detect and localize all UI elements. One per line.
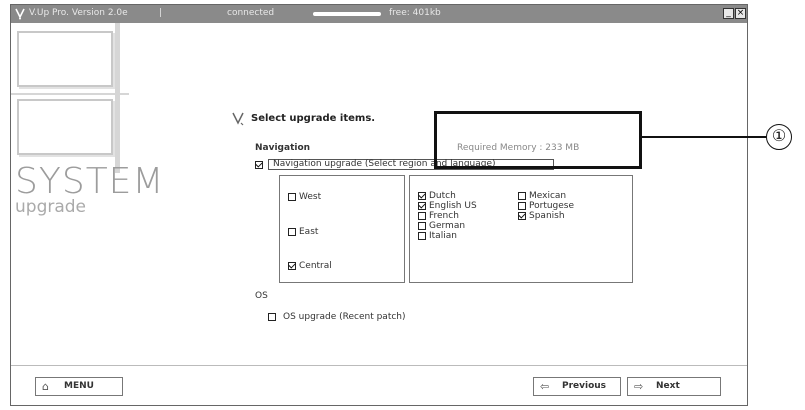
language-mexican-checkbox[interactable]: Mexican [518, 191, 566, 201]
title-bar: V.Up Pro. Version 2.0e | connected free:… [11, 5, 747, 23]
language-english-us-checkbox[interactable]: English US [418, 201, 477, 211]
region-label: West [299, 192, 322, 202]
region-label: East [299, 227, 319, 237]
free-memory-text: free: 401kb [389, 8, 441, 18]
language-dutch-checkbox[interactable]: Dutch [418, 191, 456, 201]
page-title: Select upgrade items. [251, 113, 376, 124]
next-button-label: Next [656, 381, 680, 391]
language-label: Spanish [529, 211, 565, 221]
checkbox-icon [418, 211, 426, 220]
language-label: Mexican [529, 191, 567, 201]
checkbox-icon [518, 191, 526, 200]
connection-status: connected [227, 8, 275, 18]
home-icon: ⌂ [42, 380, 49, 393]
preview-thumbnail-top [17, 31, 113, 87]
language-label: Dutch [429, 191, 456, 201]
language-portugese-checkbox[interactable]: Portugese [518, 201, 574, 211]
next-button[interactable]: ⇨ Next [627, 377, 721, 396]
language-label: Portugese [529, 201, 575, 211]
callout-leader-line [642, 136, 766, 138]
title-separator: | [159, 8, 163, 18]
navigation-section-label: Navigation [255, 143, 311, 153]
region-label: Central [299, 261, 332, 271]
close-button[interactable]: × [735, 8, 746, 19]
app-logo-icon [15, 8, 25, 20]
sidebar-hline [11, 93, 129, 95]
region-central-checkbox[interactable]: Central [288, 261, 332, 271]
os-section-label: OS [255, 291, 268, 301]
checkbox-icon [268, 312, 276, 321]
memory-callout-box [434, 111, 642, 169]
arrow-right-icon: ⇨ [634, 380, 644, 393]
checkbox-checked-icon [288, 261, 296, 270]
footer-divider [11, 365, 747, 366]
language-french-checkbox[interactable]: French [418, 211, 459, 221]
app-window: V.Up Pro. Version 2.0e | connected free:… [10, 4, 748, 406]
language-label: English US [429, 201, 477, 211]
checkbox-checked-icon [518, 211, 526, 220]
checkbox-icon [418, 221, 426, 230]
arrow-left-icon: ⇦ [540, 380, 550, 393]
callout-number: ① [766, 124, 792, 150]
checkbox-checked-icon [418, 191, 426, 200]
os-upgrade-label: OS upgrade (Recent patch) [283, 312, 406, 322]
sidebar-divider [115, 23, 120, 173]
region-west-checkbox[interactable]: West [288, 192, 321, 202]
checkbox-checked-icon [418, 201, 426, 210]
language-spanish-checkbox[interactable]: Spanish [518, 211, 565, 221]
os-upgrade-checkbox[interactable]: OS upgrade (Recent patch) [268, 312, 406, 322]
language-label: Italian [429, 231, 457, 241]
previous-button[interactable]: ⇦ Previous [533, 377, 621, 396]
system-logo-text: SYSTEM [15, 161, 165, 202]
menu-button-label: MENU [64, 381, 94, 391]
checkbox-icon [518, 201, 526, 210]
navigation-upgrade-checkbox[interactable] [255, 160, 266, 170]
language-italian-checkbox[interactable]: Italian [418, 231, 457, 241]
checkbox-icon [288, 227, 296, 236]
upgrade-logo-text: upgrade [15, 197, 87, 217]
language-label: French [429, 211, 459, 221]
checkbox-icon [418, 231, 426, 240]
checkbox-icon [288, 192, 296, 201]
wizard-icon [232, 112, 244, 129]
minimize-button[interactable]: _ [723, 8, 734, 19]
language-label: German [429, 221, 466, 231]
memory-usage-bar [313, 12, 381, 16]
preview-thumbnail-bottom [17, 99, 113, 155]
region-east-checkbox[interactable]: East [288, 227, 318, 237]
language-german-checkbox[interactable]: German [418, 221, 465, 231]
previous-button-label: Previous [562, 381, 607, 391]
checkbox-checked-icon [255, 160, 263, 169]
menu-button[interactable]: ⌂ MENU [35, 377, 123, 396]
app-title: V.Up Pro. Version 2.0e [29, 8, 128, 18]
